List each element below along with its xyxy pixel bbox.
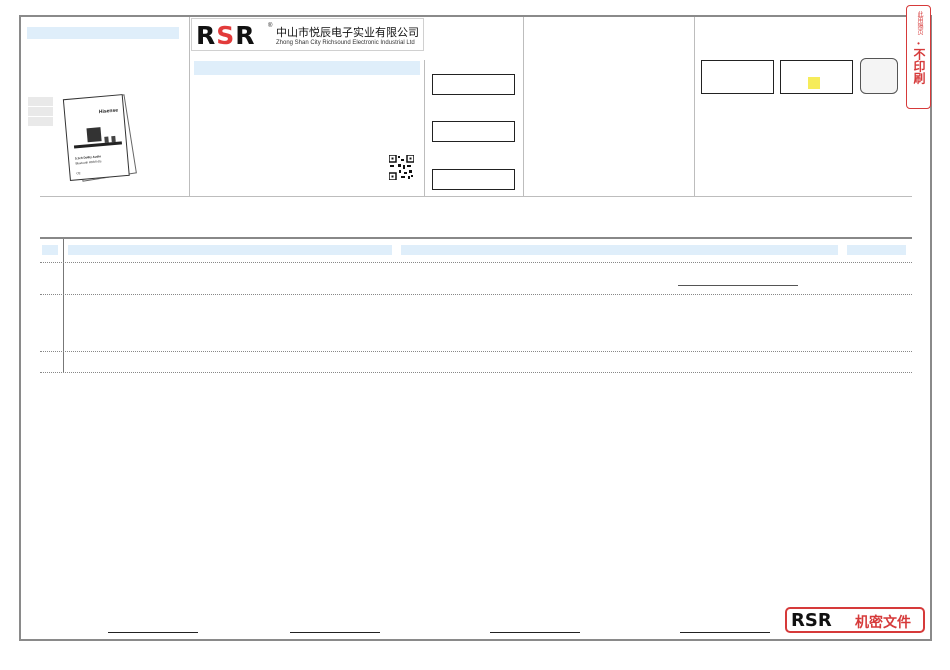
- status-box: [860, 58, 898, 94]
- header-field-box: [432, 169, 515, 190]
- side-tab: [28, 107, 53, 116]
- side-tabs: [28, 97, 53, 127]
- header-divider: [694, 17, 695, 196]
- table-row: [40, 372, 912, 373]
- signature-line: [680, 632, 770, 633]
- signature-line: [290, 632, 380, 633]
- rsr-logo-mark: RSR: [196, 21, 256, 50]
- table-header-cell: [401, 245, 838, 255]
- header-info-field: [194, 61, 420, 75]
- manual-footer: CE: [76, 171, 81, 176]
- header-left-field: [27, 27, 179, 39]
- table-header-cell: [847, 245, 906, 255]
- manual-brand: Hisense: [98, 107, 119, 116]
- table-row: [40, 351, 912, 352]
- signature-line: [490, 632, 580, 633]
- header-divider: [424, 60, 425, 196]
- subwoofer-image: [86, 127, 102, 143]
- stamp-big-text: 不印刷: [912, 48, 926, 84]
- header-field-box: [432, 121, 515, 142]
- table-header-cell: [42, 245, 58, 255]
- stamp-small-text: 此用隔页: [916, 11, 922, 35]
- confidential-badge: RSR 机密文件: [785, 607, 925, 633]
- company-name-cn: 中山市悦辰电子实业有限公司: [276, 27, 419, 39]
- table-top-rule: [40, 237, 912, 239]
- approval-box: [780, 60, 853, 94]
- table-row: [40, 262, 912, 263]
- signature-line: [108, 632, 198, 633]
- manual-cover-thumbnail: Hisense 5.1ch Dolby Audio Bluetooth HDMI…: [62, 94, 130, 181]
- qr-code-icon: [389, 155, 414, 180]
- soundbar-image: [73, 141, 123, 149]
- manual-logos: Bluetooth HDMI dts: [75, 159, 102, 166]
- approval-box: [701, 60, 774, 94]
- side-tab: [28, 97, 53, 106]
- table-field-underline: [678, 285, 798, 286]
- table-index-divider: [63, 239, 64, 373]
- confidential-label: 机密文件: [855, 614, 911, 630]
- header-bottom-rule: [40, 196, 912, 197]
- company-logo: RSR ® 中山市悦辰电子实业有限公司 Zhong Shan City Rich…: [191, 18, 424, 51]
- company-name-en: Zhong Shan City Richsound Electronic Ind…: [276, 40, 415, 46]
- header-divider: [189, 17, 190, 196]
- header-divider: [523, 17, 524, 196]
- header-field-box: [432, 74, 515, 95]
- yellow-marker: [808, 77, 820, 89]
- rsr-logo-mark: RSR: [791, 610, 832, 631]
- document-sheet: [19, 15, 932, 641]
- table-row: [40, 294, 912, 295]
- not-printed-stamp: 此用隔页 • 不印刷: [906, 5, 931, 109]
- table-header-cell: [68, 245, 392, 255]
- side-tab: [28, 117, 53, 126]
